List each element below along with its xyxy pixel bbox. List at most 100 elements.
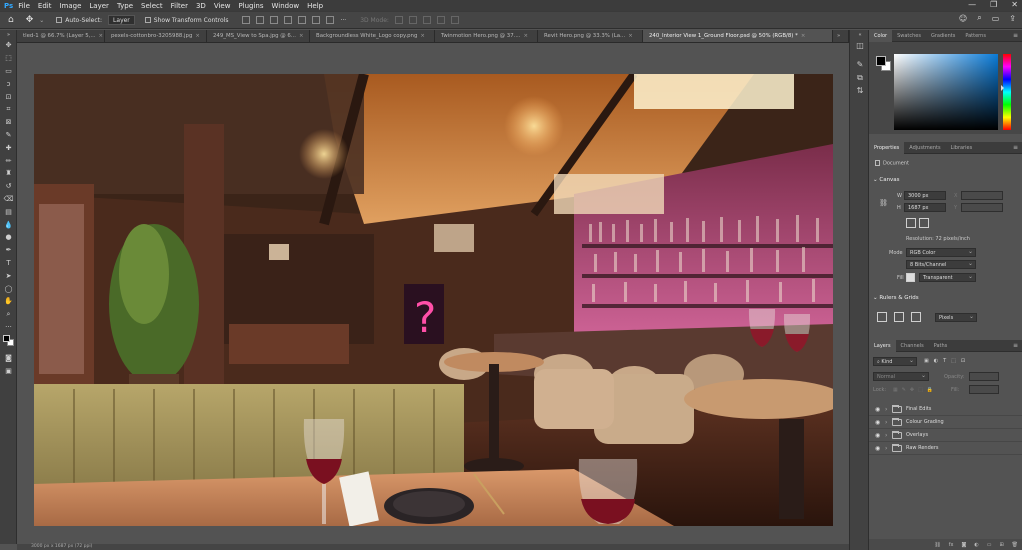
- fill-opacity-field[interactable]: [969, 385, 999, 394]
- menu-file[interactable]: File: [18, 2, 30, 10]
- align-center-icon[interactable]: [256, 16, 265, 24]
- close-button[interactable]: ✕: [1011, 0, 1018, 9]
- crop-tool[interactable]: ⌗: [0, 103, 17, 116]
- object-select-tool[interactable]: ⊡: [0, 90, 17, 103]
- y-field[interactable]: [961, 203, 1003, 212]
- history-icon[interactable]: ◫: [850, 39, 870, 52]
- eraser-tool[interactable]: ⌫: [0, 193, 17, 206]
- hand-tool[interactable]: ✋: [0, 295, 17, 308]
- path-select-tool[interactable]: ➤: [0, 269, 17, 282]
- mode-dropdown[interactable]: RGB Color: [906, 248, 976, 257]
- menu-filter[interactable]: Filter: [171, 2, 188, 10]
- canvas-section-header[interactable]: ⌄ Canvas: [873, 177, 900, 183]
- blend-mode-dropdown[interactable]: Normal: [873, 372, 929, 381]
- blur-tool[interactable]: 💧: [0, 218, 17, 231]
- tab-document-3[interactable]: 249_MS_View to Spa.jpg @ 6... ×: [207, 30, 310, 42]
- marquee-tool[interactable]: ▭: [0, 65, 17, 78]
- share-icon[interactable]: ⇪: [1009, 14, 1016, 23]
- tab-color[interactable]: Color: [869, 29, 893, 42]
- tabs-overflow-icon[interactable]: »: [833, 30, 849, 42]
- guides-icon[interactable]: [911, 312, 921, 322]
- auto-select-checkbox[interactable]: Auto-Select:: [56, 17, 102, 24]
- menu-window[interactable]: Window: [272, 2, 300, 10]
- workspace-icon[interactable]: ▭: [992, 14, 1000, 23]
- tab-document-1[interactable]: tled-1 @ 66.7% (Layer 5,... ×: [17, 30, 105, 42]
- move-tool-icon[interactable]: ✥: [26, 15, 34, 25]
- chevron-right-icon[interactable]: ›: [885, 432, 892, 439]
- canvas-area[interactable]: ?: [17, 43, 849, 544]
- auto-select-dropdown[interactable]: Layer: [108, 15, 135, 25]
- chevron-right-icon[interactable]: ›: [885, 419, 892, 426]
- menu-3d[interactable]: 3D: [196, 2, 206, 10]
- brush-settings-icon[interactable]: ✎: [850, 58, 870, 71]
- tool-presets-icon[interactable]: ⧉: [850, 71, 870, 84]
- more-tools-icon[interactable]: ···: [0, 321, 17, 334]
- tab-paths[interactable]: Paths: [929, 340, 953, 352]
- rulers-grids-section-header[interactable]: ⌄ Rulers & Grids: [873, 295, 919, 301]
- align-right-icon[interactable]: [270, 16, 279, 24]
- menu-select[interactable]: Select: [141, 2, 163, 10]
- dodge-tool[interactable]: ●: [0, 231, 17, 244]
- type-tool[interactable]: T: [0, 257, 17, 270]
- eyedropper-tool[interactable]: ✎: [0, 129, 17, 142]
- menu-help[interactable]: Help: [307, 2, 323, 10]
- search-icon[interactable]: ⌕: [977, 13, 981, 23]
- canvas-size-icon[interactable]: [906, 218, 916, 228]
- x-field[interactable]: [961, 191, 1003, 200]
- show-transform-checkbox[interactable]: Show Transform Controls: [144, 17, 228, 24]
- align-top-icon[interactable]: [284, 16, 293, 24]
- tab-document-active[interactable]: 240_Interior View 1_Ground Floor.psd @ 5…: [643, 30, 833, 42]
- lasso-tool[interactable]: ↄ: [0, 77, 17, 90]
- bit-depth-dropdown[interactable]: 8 Bits/Channel: [906, 260, 976, 269]
- zoom-tool[interactable]: ⌕: [0, 308, 17, 321]
- tab-document-6[interactable]: Revit Hero.png @ 33.3% (La... ×: [538, 30, 643, 42]
- collapse-panels-icon[interactable]: «: [850, 30, 870, 39]
- adjustment-layer-icon[interactable]: ◐: [974, 542, 978, 548]
- foreground-color-swatch[interactable]: [3, 335, 10, 343]
- hue-slider-handle[interactable]: [1001, 85, 1004, 91]
- close-icon[interactable]: ×: [628, 33, 633, 39]
- collapse-toolbar-icon[interactable]: »: [0, 30, 17, 39]
- tab-libraries[interactable]: Libraries: [946, 142, 978, 154]
- eye-icon[interactable]: ◉: [875, 419, 885, 426]
- healing-brush-tool[interactable]: ✚: [0, 141, 17, 154]
- adjustments-icon[interactable]: ⇅: [850, 84, 870, 97]
- 3d-slide-icon[interactable]: [436, 16, 445, 24]
- image-size-icon[interactable]: [919, 218, 929, 228]
- filter-icons[interactable]: ▣◐T⬚⊡: [924, 358, 970, 364]
- tab-swatches[interactable]: Swatches: [892, 30, 926, 42]
- share-user-icon[interactable]: ☺: [959, 14, 967, 23]
- grid-icon[interactable]: [894, 312, 904, 322]
- link-layers-icon[interactable]: ⛓: [934, 542, 940, 548]
- tab-document-4[interactable]: Backgroundless White_Logo copy.png ×: [310, 30, 435, 42]
- width-field[interactable]: 3000 px: [904, 191, 946, 200]
- eye-icon[interactable]: ◉: [875, 432, 885, 439]
- tab-adjustments[interactable]: Adjustments: [904, 142, 945, 154]
- close-icon[interactable]: ×: [801, 33, 806, 39]
- menu-layer[interactable]: Layer: [89, 2, 109, 10]
- layer-group-raw-renders[interactable]: ◉ › Raw Renders: [869, 442, 1022, 455]
- tab-channels[interactable]: Channels: [896, 340, 929, 352]
- move-tool[interactable]: ✥: [0, 39, 17, 52]
- layer-group-colour-grading[interactable]: ◉ › Colour Grading: [869, 416, 1022, 429]
- close-icon[interactable]: ×: [195, 33, 200, 39]
- eye-icon[interactable]: ◉: [875, 445, 885, 452]
- close-icon[interactable]: ×: [420, 33, 425, 39]
- 3d-roll-icon[interactable]: [408, 16, 417, 24]
- eye-icon[interactable]: ◉: [875, 406, 885, 413]
- new-group-icon[interactable]: ▭: [987, 542, 992, 548]
- delete-layer-icon[interactable]: 🗑: [1012, 542, 1018, 548]
- screen-mode-icon[interactable]: ▣: [0, 364, 17, 377]
- color-swatches[interactable]: [0, 333, 17, 351]
- ruler-icon[interactable]: [877, 312, 887, 322]
- brush-tool[interactable]: ✏: [0, 154, 17, 167]
- tab-document-2[interactable]: pexels-cottonbro-3205988.jpg ×: [105, 30, 207, 42]
- chevron-down-icon[interactable]: ⌄: [39, 17, 44, 24]
- chevron-right-icon[interactable]: ›: [885, 406, 892, 413]
- fx-icon[interactable]: fx: [949, 542, 954, 548]
- frame-tool[interactable]: ⊠: [0, 116, 17, 129]
- artboard-tool[interactable]: ⬚: [0, 52, 17, 65]
- clone-stamp-tool[interactable]: ♜: [0, 167, 17, 180]
- lock-icons[interactable]: ▦✎✥⬚🔒: [893, 387, 937, 393]
- tab-layers[interactable]: Layers: [869, 339, 896, 352]
